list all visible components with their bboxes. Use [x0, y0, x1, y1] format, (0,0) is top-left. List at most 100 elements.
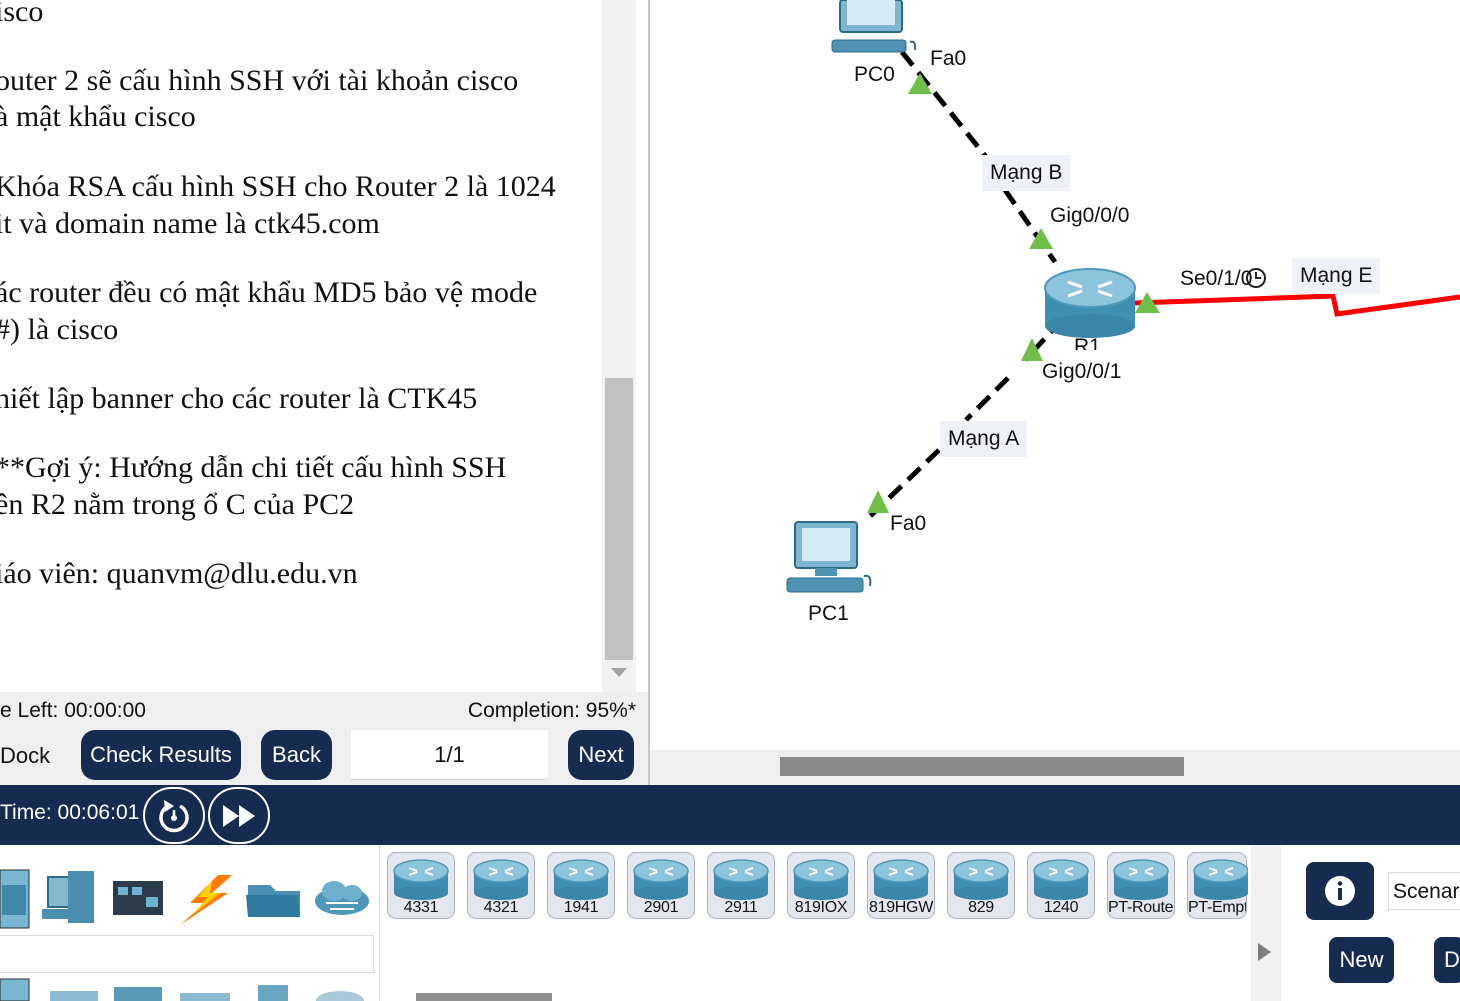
router-icon	[953, 859, 1009, 900]
router-model-tile[interactable]: 829	[947, 852, 1015, 919]
second-row-icons	[0, 978, 364, 1001]
instruction-line: ên R2 nằm trong ổ C của PC2	[0, 488, 355, 521]
delete-scenario-button[interactable]: D	[1434, 937, 1460, 983]
router-models-panel: 4331 4321 1941 2901 2911 819IOX 819HGW 8…	[381, 845, 1251, 1001]
instruction-line: **Gợi ý: Hướng dẫn chi tiết cấu hình SSH	[0, 451, 507, 484]
router-model-tile[interactable]: 1240	[1027, 852, 1095, 919]
pc0-router-link-lower[interactable]	[1002, 188, 1058, 264]
router-icon	[1113, 859, 1169, 900]
reset-time-icon	[159, 799, 189, 832]
end-devices-icon[interactable]	[42, 871, 94, 923]
info-button[interactable]	[1306, 862, 1374, 920]
scrollbar-thumb[interactable]	[780, 757, 1184, 776]
router-model-label: 4321	[483, 899, 519, 916]
fast-forward-icon	[223, 804, 255, 827]
network-devices-icon[interactable]	[0, 869, 30, 929]
scenario-select[interactable]: Scenar	[1388, 872, 1460, 910]
router-icon	[873, 859, 929, 900]
instruction-line: #) là cisco	[0, 313, 119, 346]
miscellaneous-icon[interactable]	[246, 885, 300, 917]
router-model-label: PT-Empt	[1188, 899, 1246, 916]
link-up-indicator-icon	[867, 490, 889, 513]
router-model-tile[interactable]: 4321	[467, 852, 535, 919]
subcategory-label-box	[0, 935, 374, 973]
router-icon	[713, 859, 769, 900]
router-icon	[633, 859, 689, 900]
device-categories	[0, 869, 369, 1001]
router-r1-label: R1	[1074, 335, 1101, 350]
check-results-button[interactable]: Check Results	[81, 730, 241, 780]
router-model-tile[interactable]: 2901	[627, 852, 695, 919]
palette-scrollbar-thumb[interactable]	[416, 993, 552, 1001]
router-model-tile[interactable]: PT-Router	[1107, 852, 1175, 919]
router-model-tile[interactable]: 4331	[387, 852, 455, 919]
activity-instructions-panel: isco outer 2 sẽ cấu hình SSH với tài kho…	[0, 0, 648, 785]
reset-time-button[interactable]	[143, 787, 205, 844]
pc0-port-label: Fa0	[930, 47, 967, 70]
router-icon	[473, 859, 529, 900]
next-button[interactable]: Next	[568, 730, 634, 780]
pc1-port-label: Fa0	[890, 512, 927, 535]
new-scenario-button[interactable]: New	[1329, 937, 1394, 983]
router-model-tile[interactable]: 1941	[547, 852, 615, 919]
instruction-line: à mật khẩu cisco	[0, 100, 196, 133]
router-model-label: 2901	[643, 899, 679, 916]
activity-button-row: Dock Check Results Back 1/1 Next	[0, 728, 648, 785]
router-model-tile[interactable]: PT-Empt	[1187, 852, 1248, 919]
page-indicator: 1/1	[351, 730, 548, 780]
r1-serial-port-label: Se0/1/0	[1180, 267, 1253, 290]
serial-link[interactable]	[1134, 293, 1460, 317]
instruction-line: outer 2 sẽ cấu hình SSH với tài khoản ci…	[0, 64, 519, 97]
fast-forward-button[interactable]	[208, 787, 270, 844]
device-category-panel	[0, 845, 380, 1001]
router-model-tile[interactable]: 819IOX	[787, 852, 855, 919]
packet-tracer-window: isco outer 2 sẽ cấu hình SSH với tài kho…	[0, 0, 1460, 1001]
pc0-label: PC0	[854, 63, 895, 86]
router-icon	[393, 859, 449, 900]
network-a-note[interactable]: Mạng A	[940, 421, 1028, 457]
components-icon[interactable]	[113, 881, 163, 915]
router-icon	[793, 859, 849, 900]
router-model-tile[interactable]: 819HGW	[867, 852, 935, 919]
completion-percent: Completion: 95%*	[467, 699, 636, 722]
instruction-line: Khóa RSA cấu hình SSH cho Router 2 là 10…	[0, 170, 556, 203]
realtime-bar: Time: 00:06:01	[0, 785, 1460, 845]
router-pc1-link-mid[interactable]	[964, 376, 1010, 422]
dock-button[interactable]: Dock	[0, 743, 50, 769]
workspace-horizontal-scrollbar[interactable]	[650, 750, 1460, 785]
multiuser-icon[interactable]	[315, 881, 369, 915]
router-model-tile[interactable]: 2911	[707, 852, 775, 919]
router-model-label: 819HGW	[869, 899, 933, 916]
pc0-device-icon[interactable]	[831, 0, 917, 53]
router-icon	[553, 859, 609, 900]
network-b-note[interactable]: Mạng B	[982, 155, 1071, 191]
router-icon	[1193, 859, 1248, 900]
time-left: e Left: 00:00:00	[0, 699, 146, 722]
back-button[interactable]: Back	[261, 730, 332, 780]
router-model-label: 2911	[724, 899, 758, 916]
router-model-label: 1240	[1043, 899, 1079, 916]
network-e-note[interactable]: Mạng E	[1292, 258, 1381, 294]
instructions-scrollbar[interactable]	[602, 0, 636, 692]
link-up-indicator-icon	[1029, 228, 1053, 249]
router-model-label: 819IOX	[794, 899, 848, 916]
activity-status-row: e Left: 00:00:00 Completion: 95%*	[0, 692, 648, 728]
pc1-device-icon[interactable]	[786, 521, 872, 593]
info-icon	[1325, 876, 1355, 906]
r1-port-bottom-label: Gig0/0/1	[1042, 360, 1122, 383]
palette-scroll-right[interactable]	[1251, 845, 1281, 1001]
pc1-label: PC1	[808, 602, 849, 625]
scrollbar-thumb[interactable]	[605, 378, 633, 660]
scroll-right-arrow-icon[interactable]	[1258, 943, 1271, 961]
instructions-text-area: isco outer 2 sẽ cấu hình SSH với tài kho…	[0, 0, 602, 692]
scroll-down-arrow-icon[interactable]	[611, 668, 627, 677]
connections-icon[interactable]	[180, 875, 232, 925]
instruction-line: isco	[0, 0, 44, 28]
router-icon	[1033, 859, 1089, 900]
instruction-line: it và domain name là ctk45.com	[0, 207, 380, 240]
router-model-label: 829	[968, 899, 994, 916]
logical-workspace[interactable]: PC0 Fa0 Mạng B Gig0/0/0 Se0/1/0 Mạng E R…	[650, 0, 1460, 785]
router-model-label: PT-Router	[1108, 899, 1174, 916]
router-model-label: 4331	[403, 899, 439, 916]
instruction-line: hiết lập banner cho các router là CTK45	[0, 382, 478, 415]
